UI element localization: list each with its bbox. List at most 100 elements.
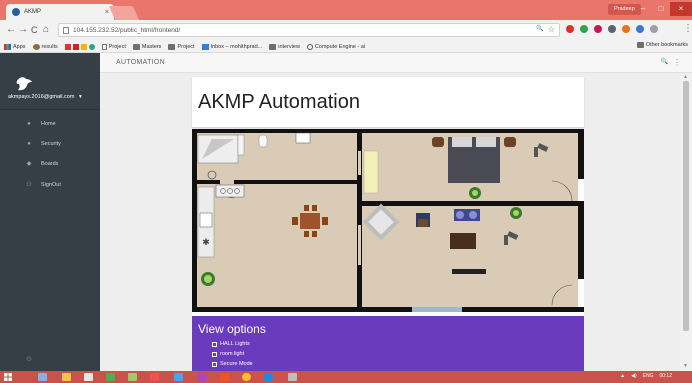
extension-red-icon[interactable] [566, 25, 574, 33]
maximize-button[interactable]: □ [652, 2, 670, 16]
browser-tab[interactable]: AKMP × [6, 4, 114, 20]
taskbar-chrome-icon[interactable] [242, 373, 251, 381]
secure-mode-checkbox[interactable]: Secure Mode [212, 361, 253, 367]
extension-green-icon[interactable] [580, 25, 588, 33]
stove-icon [215, 184, 245, 198]
bookmark-apps[interactable]: Apps [4, 43, 26, 50]
taskbar-onenote-icon[interactable] [198, 373, 207, 381]
page-title: AKMP Automation [198, 91, 360, 113]
floor-plan-card: ✱ [192, 129, 584, 316]
checkbox-icon[interactable] [212, 361, 217, 367]
windows-start-icon[interactable] [4, 373, 12, 381]
extension-blue-icon[interactable] [636, 25, 644, 33]
other-bookmarks[interactable]: Other bookmarks [636, 42, 688, 48]
favicon-youtube-icon[interactable] [72, 43, 79, 50]
floor-plan: ✱ [192, 129, 584, 316]
search-icon[interactable]: 🔍 [536, 25, 543, 34]
folder-icon [269, 43, 277, 50]
sidebar-item-home[interactable]: ♠ Home [26, 119, 55, 129]
bookmark-star-icon[interactable]: ☆ [548, 25, 555, 34]
taskbar-store-icon[interactable] [84, 373, 93, 381]
room-light-checkbox[interactable]: room light [212, 351, 244, 357]
bookmark-compute-engine[interactable]: Compute Engine - ai [306, 43, 365, 50]
sidebar-item-boards[interactable]: ◆ Boards [26, 159, 59, 169]
main-content: AKMP Automation ✱ View options HALL Ligh… [100, 73, 680, 371]
close-window-button[interactable]: × [670, 2, 692, 16]
sidebar-item-label: Security [41, 141, 61, 147]
checkbox-icon[interactable] [212, 351, 217, 357]
door-gap [358, 225, 361, 265]
sidebar: akmpays.2016@gmail.com ▾ ♠ Home ● Securi… [0, 53, 100, 371]
url-text: 104.155.232.52/public_html/frontend/ [73, 26, 181, 34]
taskbar-app2-icon[interactable] [288, 373, 297, 381]
door-gap [358, 151, 361, 175]
more-options-icon[interactable]: ⋮ [673, 58, 681, 67]
bookmark-results[interactable]: results [32, 43, 58, 50]
folder-icon [132, 43, 140, 50]
sidebar-item-security[interactable]: ● Security [26, 139, 61, 149]
home-button[interactable]: ⌂ [43, 24, 49, 36]
mail-icon [201, 43, 209, 50]
view-options-panel: View options HALL Lights room light Secu… [192, 316, 584, 371]
bookmark-masters[interactable]: Masters [132, 43, 161, 50]
taskbar-excel-icon[interactable] [106, 373, 115, 381]
scrollbar-thumb[interactable] [683, 81, 689, 331]
extension-orange-icon[interactable] [622, 25, 630, 33]
bookmark-project-page[interactable]: Project [101, 43, 126, 50]
sidebar-item-signout[interactable]: ⚇ SignOut [26, 180, 61, 190]
bookmark-project-folder[interactable]: Project [168, 43, 195, 50]
coffee-table [450, 233, 476, 249]
hall-lights-checkbox[interactable]: HALL Lights [212, 341, 250, 347]
extension-filter-icon[interactable] [650, 25, 658, 33]
search-icon[interactable]: 🔍 [661, 58, 668, 65]
app-header-title: AUTOMATION [116, 59, 166, 66]
taskbar-acrobat-icon[interactable] [150, 373, 159, 381]
toilet-icon [258, 134, 268, 148]
tray-clock[interactable]: 00:12 [659, 373, 672, 379]
tray-network-icon[interactable]: ▲ [620, 373, 625, 379]
akmp-favicon-icon [12, 8, 20, 16]
door-gap [220, 180, 234, 184]
taskbar-powerpoint-icon[interactable] [220, 373, 229, 381]
page-icon [63, 26, 69, 34]
window [412, 307, 462, 312]
checkbox-icon[interactable] [212, 341, 217, 347]
bookmarks-bar: Apps results Project Masters Project Inb… [0, 41, 692, 53]
user-menu[interactable]: akmpays.2016@gmail.com ▾ [8, 94, 82, 100]
settings-footer-icon[interactable]: ⊙ [26, 355, 32, 363]
taskbar-ie-icon[interactable] [38, 373, 47, 381]
bookmark-interview[interactable]: interview [269, 43, 300, 50]
favicon-green-icon[interactable] [88, 43, 95, 50]
scroll-down-icon[interactable]: ▼ [683, 363, 688, 369]
extension-gray-icon[interactable] [608, 25, 616, 33]
cloud-icon [306, 43, 313, 50]
minimize-button[interactable]: – [634, 2, 652, 16]
bookmark-inbox[interactable]: Inbox – mohithprad... [201, 43, 262, 50]
favicon-yellow-icon[interactable] [80, 43, 87, 50]
app-header: AUTOMATION 🔍 ⋮ [100, 53, 692, 73]
tray-volume-icon[interactable]: ◀) [631, 373, 637, 379]
forward-button[interactable]: → [18, 24, 28, 36]
taskbar-app-icon[interactable] [128, 373, 137, 381]
page-icon [101, 43, 107, 50]
url-input[interactable]: 104.155.232.52/public_html/frontend/ 🔍 ☆ [58, 23, 560, 37]
taskbar-explorer-icon[interactable] [62, 373, 71, 381]
taskbar-word-icon[interactable] [264, 373, 273, 381]
signout-icon: ⚇ [26, 182, 32, 188]
extension-pink-icon[interactable] [594, 25, 602, 33]
tray-language[interactable]: ENG [643, 373, 654, 379]
reload-button[interactable]: C [31, 24, 38, 36]
taskbar-outlook-icon[interactable] [174, 373, 183, 381]
new-tab-button[interactable] [108, 6, 140, 20]
bathtub-icon [197, 134, 239, 164]
scroll-up-icon[interactable]: ▲ [683, 74, 688, 80]
sidebar-divider [0, 109, 100, 110]
bird-logo-icon [16, 77, 32, 91]
back-button[interactable]: ← [6, 24, 16, 36]
view-options-title: View options [198, 322, 266, 336]
favicon-red-icon[interactable] [64, 43, 71, 50]
wardrobe [363, 150, 379, 194]
browser-menu-icon[interactable]: ⋮ [683, 23, 692, 34]
address-bar-row: ← → C ⌂ 104.155.232.52/public_html/front… [0, 20, 692, 41]
page-scrollbar[interactable]: ▲ ▼ [680, 73, 692, 371]
